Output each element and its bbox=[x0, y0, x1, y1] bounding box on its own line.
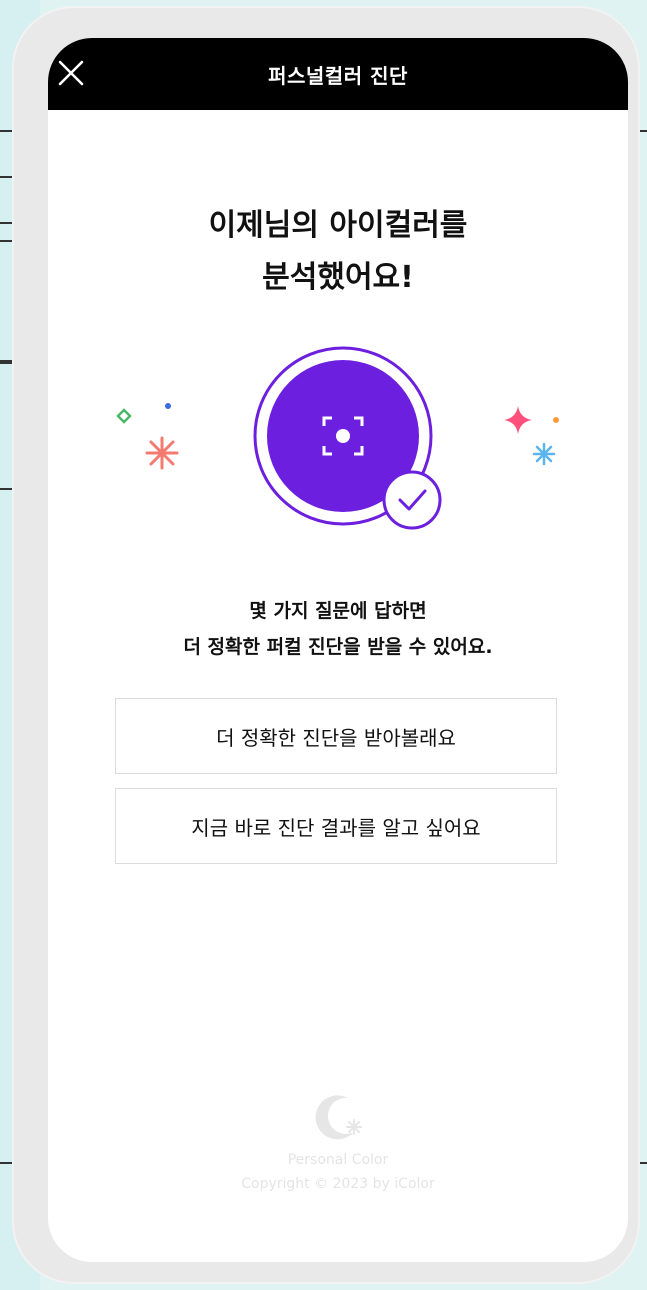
question-line: 더 정확한 퍼컬 진단을 받을 수 있어요. bbox=[183, 636, 493, 658]
question-line: 몇 가지 질문에 답하면 bbox=[249, 600, 427, 622]
footer-brand: Personal Color bbox=[287, 1152, 389, 1168]
phone-frame: 퍼스널컬러 진단 이제님의 아이컬러를 분석했어요! 몇 가지 질문에 답하면 … bbox=[12, 6, 640, 1284]
analysis-visual bbox=[48, 338, 628, 538]
top-bar: 퍼스널컬러 진단 bbox=[48, 38, 628, 110]
sparkle-icon bbox=[504, 406, 559, 466]
footer-copyright: Copyright © 2023 by iColor bbox=[241, 1176, 435, 1192]
question-text: 몇 가지 질문에 답하면 더 정확한 퍼컬 진단을 받을 수 있어요. bbox=[48, 593, 628, 665]
result-heading: 이제님의 아이컬러를 분석했어요! bbox=[48, 200, 628, 304]
instant-result-button[interactable]: 지금 바로 진단 결과를 알고 싶어요 bbox=[115, 788, 557, 864]
brand-logo-icon bbox=[315, 1095, 362, 1140]
page-title: 퍼스널컬러 진단 bbox=[268, 64, 408, 88]
heading-line: 이제님의 아이컬러를 bbox=[208, 208, 468, 243]
sparkle-icon bbox=[116, 403, 179, 470]
heading-line: 분석했어요! bbox=[262, 260, 414, 295]
detailed-diagnosis-button[interactable]: 더 정확한 진단을 받아볼래요 bbox=[115, 698, 557, 774]
app-screen: 퍼스널컬러 진단 이제님의 아이컬러를 분석했어요! 몇 가지 질문에 답하면 … bbox=[48, 38, 628, 1262]
check-icon bbox=[382, 470, 442, 530]
analysis-illustration bbox=[116, 346, 559, 530]
footer: Personal Color Copyright © 2023 by iColo… bbox=[48, 1088, 628, 1196]
